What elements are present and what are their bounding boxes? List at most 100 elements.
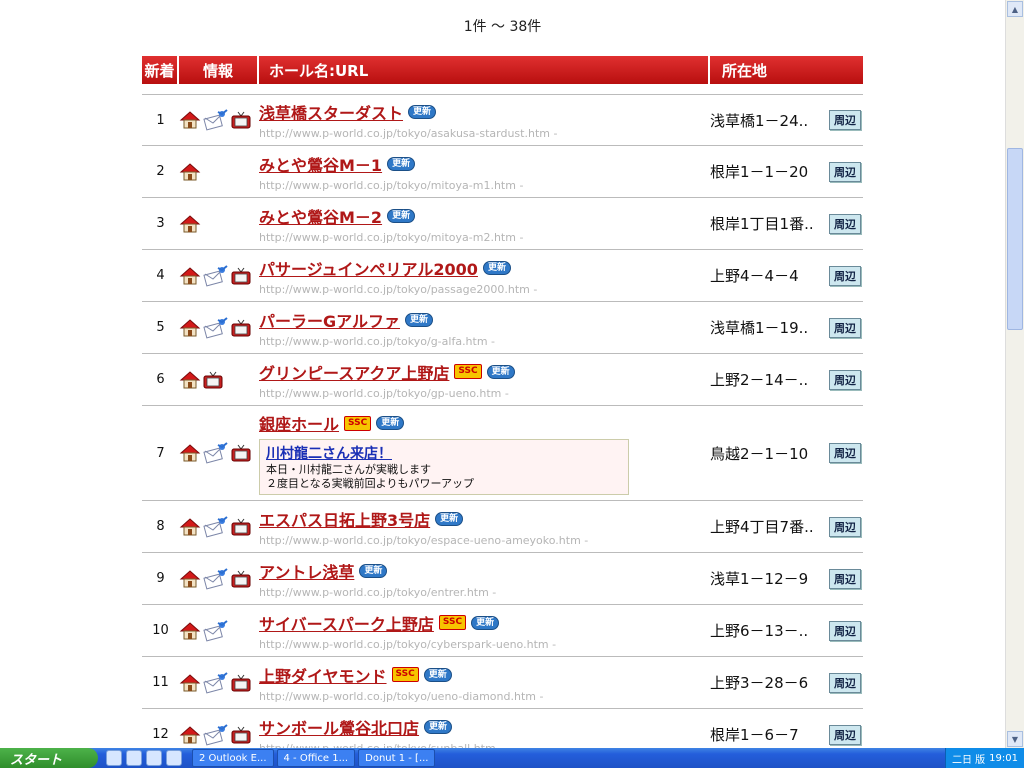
hall-url[interactable]: http://www.p-world.co.jp/tokyo/asakusa-s… bbox=[259, 127, 710, 140]
new-badge: 更新 bbox=[376, 416, 405, 430]
home-icon[interactable] bbox=[179, 370, 201, 390]
hall-cell: サイバースパーク上野店 SSC 更新 http://www.p-world.co.jp… bbox=[259, 611, 710, 651]
home-icon[interactable] bbox=[179, 569, 201, 589]
mail-icon[interactable] bbox=[203, 515, 229, 539]
hall-url[interactable]: http://www.p-world.co.jp/tokyo/cyberspar… bbox=[259, 638, 710, 651]
info-icons bbox=[179, 264, 259, 288]
nearby-button[interactable]: 周辺 bbox=[829, 110, 861, 130]
hall-name-link[interactable]: パーラーGアルファ bbox=[259, 308, 400, 332]
row-number: 8 bbox=[156, 519, 165, 534]
location-text: 浅草橋1－19.. bbox=[710, 319, 809, 337]
hall-name-link[interactable]: みとや鶯谷M－2 bbox=[259, 204, 382, 228]
new-badge: 更新 bbox=[408, 105, 437, 119]
nearby-button[interactable]: 周辺 bbox=[829, 620, 861, 641]
start-button[interactable]: スタート bbox=[0, 748, 98, 768]
tv-icon[interactable] bbox=[231, 726, 251, 744]
table-row: 10 サイバースパーク上野店 SSC 更新 http://www.p-world.co.… bbox=[142, 605, 863, 657]
tv-icon[interactable] bbox=[231, 111, 251, 129]
nearby-button[interactable]: 周辺 bbox=[829, 568, 861, 589]
quick-launch-icon[interactable] bbox=[146, 750, 162, 766]
hall-name-link[interactable]: みとや鶯谷M－1 bbox=[259, 152, 382, 176]
location-text: 根岸1－6－7 bbox=[710, 726, 799, 744]
nearby-button[interactable]: 周辺 bbox=[829, 672, 861, 693]
hall-name-link[interactable]: エスパス日拓上野3号店 bbox=[259, 507, 430, 531]
quick-launch-icon[interactable] bbox=[126, 750, 142, 766]
hall-name-link[interactable]: サンボール鶯谷北口店 bbox=[259, 715, 419, 739]
mail-icon[interactable] bbox=[203, 316, 229, 340]
scroll-up-arrow-icon[interactable]: ▲ bbox=[1007, 1, 1023, 17]
tv-icon[interactable] bbox=[203, 371, 223, 389]
nearby-button[interactable]: 周辺 bbox=[829, 317, 861, 338]
home-icon[interactable] bbox=[179, 110, 201, 130]
hall-url[interactable]: http://www.p-world.co.jp/tokyo/gp-ueno.h… bbox=[259, 387, 710, 400]
tv-icon[interactable] bbox=[231, 570, 251, 588]
hall-url[interactable]: http://www.p-world.co.jp/tokyo/entrer.ht… bbox=[259, 586, 710, 599]
hall-name-link[interactable]: パサージュインペリアル2000 bbox=[259, 256, 478, 280]
hall-name-link[interactable]: グリンピースアクア上野店 bbox=[259, 360, 449, 384]
tv-icon[interactable] bbox=[231, 518, 251, 536]
mail-icon[interactable] bbox=[203, 671, 229, 695]
hall-cell: 上野ダイヤモンド SSC 更新 http://www.p-world.co.jp/to… bbox=[259, 663, 710, 703]
home-icon[interactable] bbox=[179, 214, 201, 234]
vertical-scrollbar[interactable]: ▲ ▼ bbox=[1005, 0, 1024, 748]
quick-launch-icon[interactable] bbox=[166, 750, 182, 766]
nearby-button[interactable]: 周辺 bbox=[829, 213, 861, 234]
home-icon[interactable] bbox=[179, 725, 201, 745]
row-number: 1 bbox=[156, 112, 165, 128]
home-icon[interactable] bbox=[179, 517, 201, 537]
event-text: 本日・川村龍二さんが実戦します bbox=[266, 463, 431, 476]
taskbar-task-button[interactable]: 4 - Office 1... bbox=[276, 749, 356, 767]
tv-icon[interactable] bbox=[231, 444, 251, 462]
taskbar-task-button[interactable]: 2 Outlook E... bbox=[192, 749, 274, 767]
hall-url[interactable]: http://www.p-world.co.jp/tokyo/ueno-diam… bbox=[259, 690, 710, 703]
hall-url[interactable]: http://www.p-world.co.jp/tokyo/mitoya-m2… bbox=[259, 231, 710, 244]
tv-icon[interactable] bbox=[231, 319, 251, 337]
hall-name-line: アントレ浅草 更新 bbox=[259, 559, 710, 583]
hall-url[interactable]: http://www.p-world.co.jp/tokyo/espace-ue… bbox=[259, 534, 710, 547]
home-icon[interactable] bbox=[179, 318, 201, 338]
event-title-link[interactable]: 川村龍二さん来店！ bbox=[266, 443, 622, 463]
table-row: 3 みとや鶯谷M－2 更新 http://www.p-world.co.jp/toky… bbox=[142, 198, 863, 250]
nearby-button[interactable]: 周辺 bbox=[829, 369, 861, 390]
hall-cell: サンボール鶯谷北口店 更新 http://www.p-world.co.jp/tok… bbox=[259, 715, 710, 749]
mail-icon[interactable] bbox=[203, 723, 229, 747]
hall-name-link[interactable]: 銀座ホール bbox=[259, 411, 339, 435]
mail-icon[interactable] bbox=[203, 441, 229, 465]
home-icon[interactable] bbox=[179, 621, 201, 641]
hall-name-link[interactable]: サイバースパーク上野店 bbox=[259, 611, 434, 635]
hall-name-line: サンボール鶯谷北口店 更新 bbox=[259, 715, 710, 739]
table-row: 9 アントレ浅草 更新 http://www.p-world.co.jp/tokyo/… bbox=[142, 553, 863, 605]
hall-name-link[interactable]: アントレ浅草 bbox=[259, 559, 354, 583]
home-icon[interactable] bbox=[179, 162, 201, 182]
nearby-button[interactable]: 周辺 bbox=[829, 443, 861, 463]
nearby-button[interactable]: 周辺 bbox=[829, 724, 861, 745]
scroll-down-arrow-icon[interactable]: ▼ bbox=[1007, 731, 1023, 747]
scroll-thumb[interactable] bbox=[1007, 148, 1023, 330]
location-text: 浅草1－12－9 bbox=[710, 570, 809, 588]
browser-page: 1件 〜 38件 新着 情報 ホール名:URL 所在地 1 浅草橋スターダスト 更新… bbox=[0, 0, 1005, 748]
nearby-button[interactable]: 周辺 bbox=[829, 516, 861, 537]
quick-launch-icon[interactable] bbox=[106, 750, 122, 766]
hall-url[interactable]: http://www.p-world.co.jp/tokyo/mitoya-m1… bbox=[259, 179, 710, 192]
home-icon[interactable] bbox=[179, 673, 201, 693]
tv-icon[interactable] bbox=[231, 674, 251, 692]
tv-icon[interactable] bbox=[231, 267, 251, 285]
nearby-button[interactable]: 周辺 bbox=[829, 161, 861, 182]
new-badge: 更新 bbox=[471, 615, 500, 630]
hall-name-link[interactable]: 浅草橋スターダスト bbox=[259, 100, 403, 124]
nearby-button[interactable]: 周辺 bbox=[829, 265, 861, 286]
hall-url[interactable]: http://www.p-world.co.jp/tokyo/g-alfa.ht… bbox=[259, 335, 710, 348]
info-icons bbox=[179, 214, 259, 234]
mail-icon[interactable] bbox=[203, 567, 229, 591]
hall-url[interactable]: http://www.p-world.co.jp/tokyo/passage20… bbox=[259, 283, 710, 296]
home-icon[interactable] bbox=[179, 266, 201, 286]
home-icon[interactable] bbox=[179, 443, 201, 463]
taskbar-task-button[interactable]: Donut 1 - [... bbox=[358, 749, 436, 767]
hall-cell: アントレ浅草 更新 http://www.p-world.co.jp/tokyo/e… bbox=[259, 559, 710, 599]
hall-name-line: みとや鶯谷M－2 更新 bbox=[259, 204, 710, 228]
table-row: 7 銀座ホール SSC 更新 川村龍二さん来店！ 本日・川村龍二さんが実戦します ２度目とな… bbox=[142, 406, 863, 501]
mail-icon[interactable] bbox=[203, 264, 229, 288]
mail-icon[interactable] bbox=[203, 108, 229, 132]
mail-icon[interactable] bbox=[203, 619, 229, 643]
hall-name-link[interactable]: 上野ダイヤモンド bbox=[259, 663, 387, 687]
